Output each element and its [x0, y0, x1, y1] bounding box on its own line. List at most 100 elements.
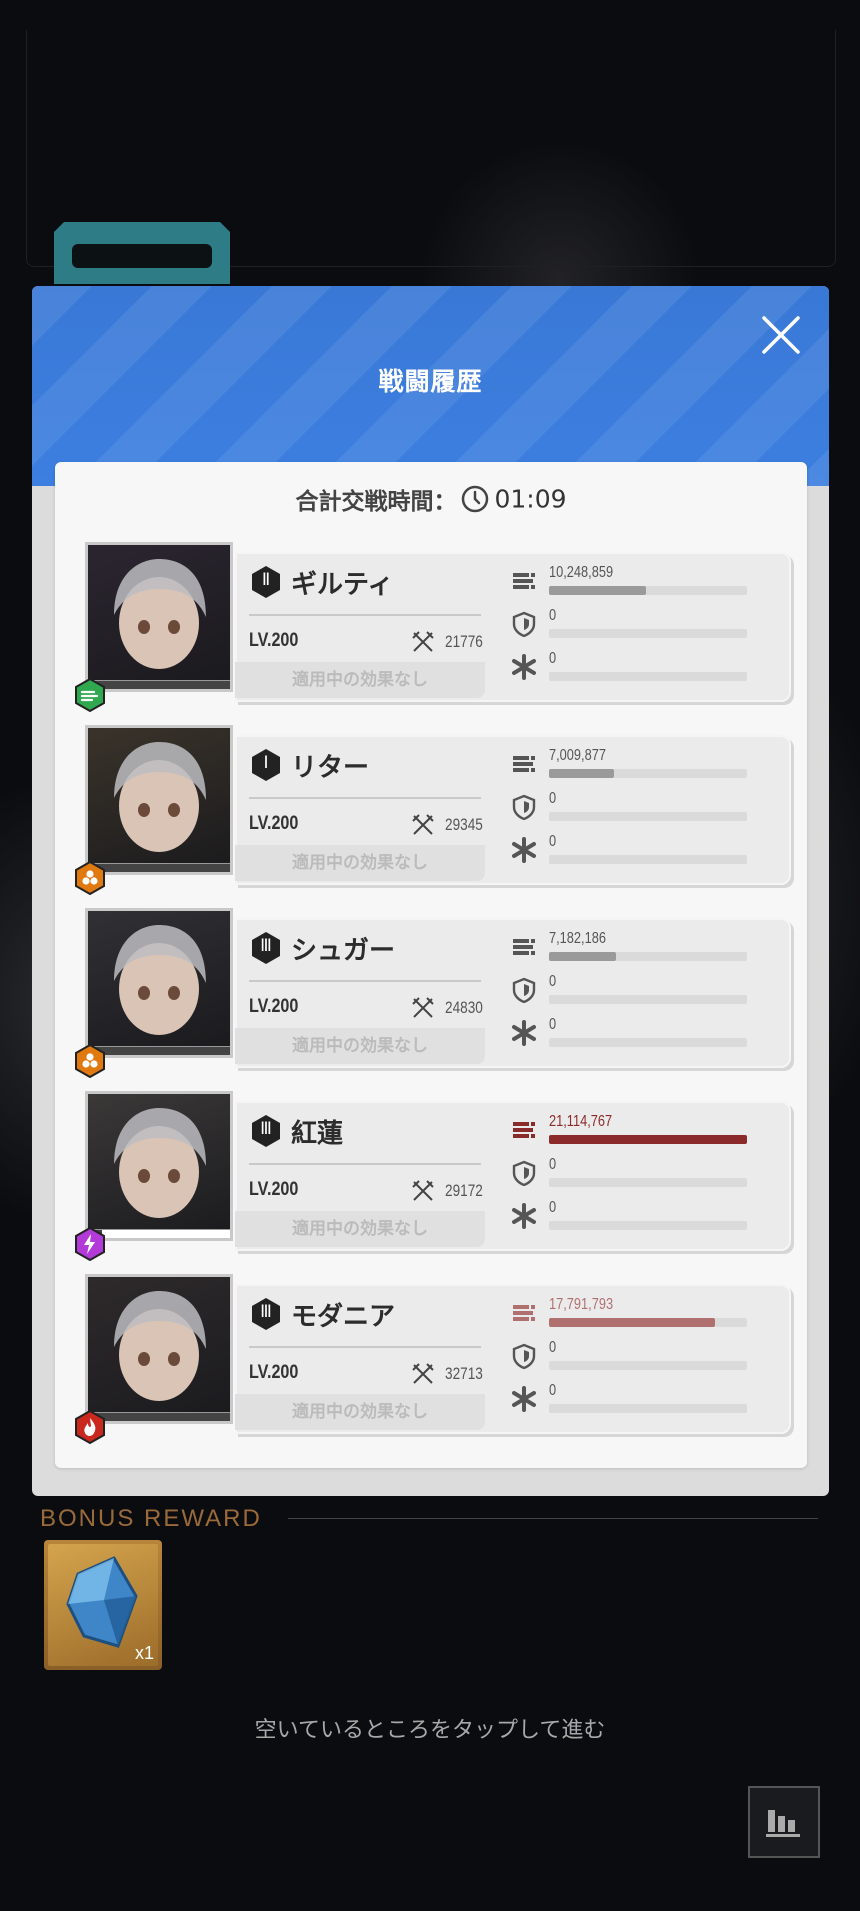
damage-bar — [549, 952, 747, 961]
shield-bar — [549, 1361, 747, 1370]
heal-bar — [549, 1038, 747, 1047]
unit-info: Ⅲ モダニア LV.200 32713 適用中の効果なし 17,791,793 0 0 — [235, 1284, 791, 1434]
element-icon — [73, 860, 107, 896]
bonus-reward-label: BONUS REWARD — [40, 1505, 262, 1532]
unit-info: Ⅰ リター LV.200 29345 適用中の効果なし 7,009,877 0 0 — [235, 735, 791, 885]
element-icon — [73, 677, 107, 713]
hp-bar — [88, 1046, 230, 1055]
unit-name: ギルティ — [291, 570, 394, 600]
heal-value: 0 — [549, 1016, 557, 1033]
damage-stat: 7,182,186 — [511, 930, 771, 968]
character-art — [114, 742, 206, 852]
shield-bar — [549, 1178, 747, 1187]
asterisk-icon — [511, 1020, 537, 1046]
crossed-swords-icon — [411, 996, 435, 1020]
effect-status: 適用中の効果なし — [235, 1394, 485, 1430]
burst-rank: Ⅲ — [260, 1302, 272, 1321]
shield-icon — [511, 977, 537, 1004]
damage-value: 7,009,877 — [549, 747, 606, 764]
hp-bar — [88, 680, 230, 689]
shield-stat: 0 — [511, 1339, 771, 1377]
unit-name: 紅蓮 — [291, 1119, 344, 1149]
reward-qty: x1 — [134, 1643, 154, 1663]
total-time-value: 01:09 — [494, 484, 567, 514]
crossed-swords-icon — [411, 630, 435, 654]
unit-card[interactable]: Ⅲ 紅蓮 LV.200 29172 適用中の効果なし 21,114,767 0 0 — [75, 1091, 791, 1262]
heal-stat: 0 — [511, 833, 771, 871]
unit-portrait — [85, 1091, 233, 1241]
divider — [249, 1163, 481, 1165]
burst-rank: Ⅱ — [261, 570, 271, 589]
burst-rank-icon: Ⅲ — [249, 931, 283, 965]
shield-bar — [549, 995, 747, 1004]
divider — [249, 1346, 481, 1348]
shield-icon — [511, 611, 537, 638]
shield-bar — [549, 812, 747, 821]
unit-card[interactable]: Ⅲ シュガー LV.200 24830 適用中の効果なし 7,182,186 0 0 — [75, 908, 791, 1079]
shield-bar — [549, 629, 747, 638]
heal-bar — [549, 1221, 747, 1230]
shield-icon — [511, 794, 537, 821]
unit-info: Ⅲ 紅蓮 LV.200 29172 適用中の効果なし 21,114,767 0 0 — [235, 1101, 791, 1251]
character-art — [114, 1108, 206, 1218]
hp-bar — [88, 1229, 230, 1238]
heal-value: 0 — [549, 833, 557, 850]
unit-info: Ⅲ シュガー LV.200 24830 適用中の効果なし 7,182,186 0 0 — [235, 918, 791, 1068]
shield-value: 0 — [549, 607, 557, 624]
heal-stat: 0 — [511, 1016, 771, 1054]
unit-power: 21776 — [445, 632, 483, 651]
unit-card[interactable]: Ⅲ モダニア LV.200 32713 適用中の効果なし 17,791,793 0 0 — [75, 1274, 791, 1445]
shield-icon — [511, 1160, 537, 1187]
heal-value: 0 — [549, 1199, 557, 1216]
burst-rank: Ⅰ — [263, 753, 269, 772]
bonus-divider — [288, 1518, 818, 1519]
burst-rank-icon: Ⅱ — [249, 565, 283, 599]
heal-bar — [549, 672, 747, 681]
close-icon[interactable] — [760, 314, 802, 356]
damage-value: 17,791,793 — [549, 1296, 614, 1313]
damage-bar — [549, 769, 747, 778]
tap-to-continue-hint[interactable]: 空いているところをタップして進む — [0, 1712, 860, 1744]
damage-value: 10,248,859 — [549, 564, 614, 581]
damage-bar — [549, 1318, 747, 1327]
unit-power: 29345 — [445, 815, 483, 834]
asterisk-icon — [511, 837, 537, 863]
unit-level: LV.200 — [249, 630, 299, 651]
bullets-icon — [511, 934, 537, 960]
bullets-icon — [511, 568, 537, 594]
asterisk-icon — [511, 1386, 537, 1412]
divider — [249, 980, 481, 982]
shield-icon — [511, 1343, 537, 1370]
teal-tab — [54, 222, 230, 284]
heal-stat: 0 — [511, 1199, 771, 1237]
panel-title: 戦闘履歴 — [378, 367, 483, 396]
shield-stat: 0 — [511, 607, 771, 645]
effect-status: 適用中の効果なし — [235, 1211, 485, 1247]
heal-bar — [549, 855, 747, 864]
unit-name: モダニア — [291, 1302, 396, 1332]
damage-stat: 7,009,877 — [511, 747, 771, 785]
bar-chart-icon[interactable] — [748, 1786, 820, 1858]
burst-rank-icon: Ⅲ — [249, 1297, 283, 1331]
character-art — [114, 559, 206, 669]
unit-card[interactable]: Ⅰ リター LV.200 29345 適用中の効果なし 7,009,877 0 0 — [75, 725, 791, 896]
panel-header: 戦闘履歴 — [32, 286, 829, 486]
unit-portrait — [85, 1274, 233, 1424]
crossed-swords-icon — [411, 813, 435, 837]
total-time-row: 合計交戦時間： 01:09 — [55, 482, 807, 516]
heal-value: 0 — [549, 650, 557, 667]
shield-value: 0 — [549, 1339, 557, 1356]
bullets-icon — [511, 1300, 537, 1326]
unit-portrait — [85, 542, 233, 692]
element-icon — [73, 1409, 107, 1445]
unit-level: LV.200 — [249, 813, 299, 834]
unit-power: 32713 — [445, 1364, 483, 1383]
burst-rank: Ⅲ — [260, 1119, 272, 1138]
unit-card[interactable]: Ⅱ ギルティ LV.200 21776 適用中の効果なし 10,248,859 0 0 — [75, 542, 791, 713]
unit-name: シュガー — [291, 936, 396, 966]
unit-portrait — [85, 908, 233, 1058]
divider — [249, 797, 481, 799]
burst-rank-icon: Ⅰ — [249, 748, 283, 782]
effect-status: 適用中の効果なし — [235, 1028, 485, 1064]
reward-item[interactable]: x1 — [44, 1540, 162, 1670]
